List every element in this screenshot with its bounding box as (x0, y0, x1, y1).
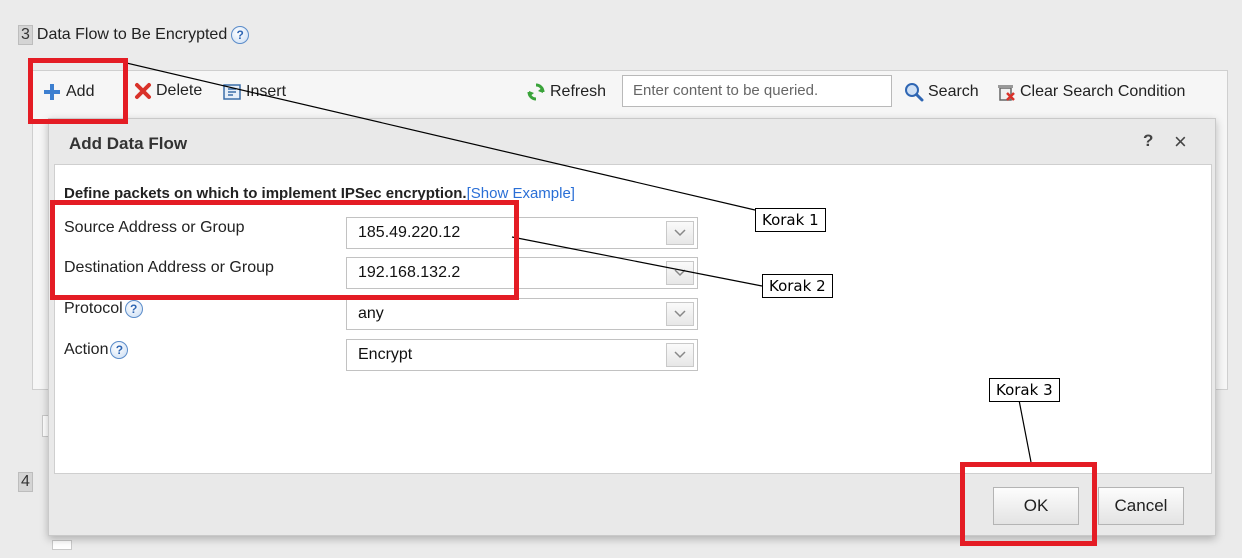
delete-label: Delete (156, 82, 203, 99)
callout-step-3: Korak 3 (989, 378, 1060, 402)
cancel-button[interactable]: Cancel (1098, 487, 1184, 525)
chevron-down-icon[interactable] (666, 343, 694, 367)
highlight-add-button (28, 58, 128, 124)
clear-search-label: Clear Search Condition (1020, 83, 1186, 100)
delete-x-icon (135, 83, 151, 99)
dialog-help-icon[interactable]: ? (1143, 131, 1153, 151)
clear-bin-icon (998, 85, 1015, 101)
search-placeholder: Enter content to be queried. (633, 82, 819, 99)
help-icon[interactable]: ? (231, 26, 250, 44)
highlight-address-fields (50, 200, 519, 300)
section-header: 3 Data Flow to Be Encrypted ? (18, 25, 250, 45)
callout-step-2: Korak 2 (762, 274, 833, 298)
search-button[interactable]: Search (904, 82, 979, 102)
search-label: Search (928, 83, 979, 100)
section-title: Data Flow to Be Encrypted (36, 26, 228, 43)
field-label-text: Action (64, 341, 109, 358)
protocol-value: any (358, 305, 384, 322)
action-label: Action ? (64, 341, 129, 359)
next-section-header: 4 (18, 472, 33, 492)
search-icon (905, 83, 924, 102)
insert-button[interactable]: Insert (222, 82, 286, 102)
highlight-ok-button (960, 462, 1097, 546)
refresh-button[interactable]: Refresh (526, 82, 606, 102)
protocol-label: Protocol ? (64, 300, 143, 318)
dialog-title: Add Data Flow (69, 134, 188, 153)
refresh-label: Refresh (550, 83, 607, 100)
protocol-help-icon[interactable]: ? (124, 300, 143, 318)
insert-icon (223, 84, 241, 100)
action-select[interactable]: Encrypt (346, 339, 698, 371)
field-label-text: Protocol (64, 300, 123, 317)
clear-search-button[interactable]: Clear Search Condition (996, 82, 1185, 102)
protocol-select[interactable]: any (346, 298, 698, 330)
chevron-down-icon[interactable] (666, 221, 694, 245)
callout-step-1: Korak 1 (755, 208, 826, 232)
bg-control (52, 540, 72, 550)
search-input[interactable]: Enter content to be queried. (622, 75, 892, 107)
refresh-icon (527, 83, 545, 101)
chevron-down-icon[interactable] (666, 261, 694, 285)
next-section-number: 4 (18, 472, 33, 492)
action-value: Encrypt (358, 346, 413, 363)
chevron-down-icon[interactable] (666, 302, 694, 326)
action-help-icon[interactable]: ? (110, 341, 129, 359)
delete-button[interactable]: Delete (134, 82, 202, 100)
section-number: 3 (18, 25, 33, 45)
dialog-close-icon[interactable]: × (1174, 129, 1187, 155)
insert-label: Insert (246, 83, 287, 100)
